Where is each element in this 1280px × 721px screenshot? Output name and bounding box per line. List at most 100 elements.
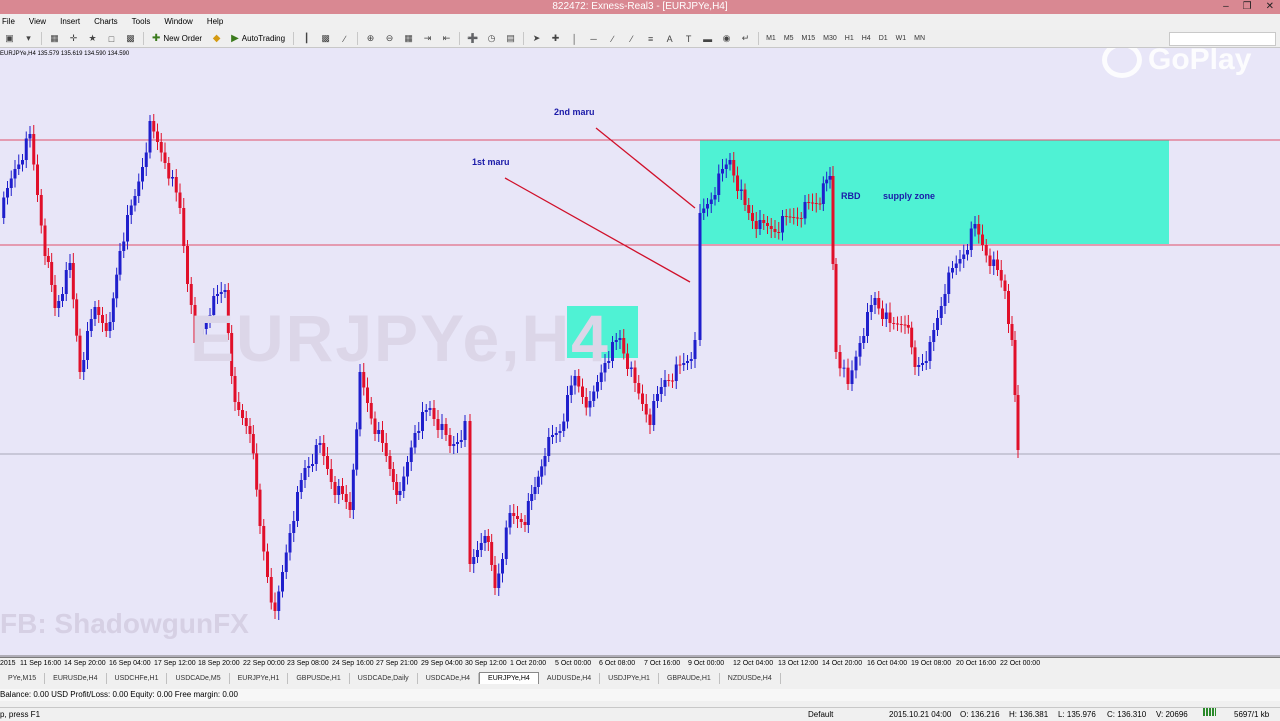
timeframe-m5[interactable]: M5 bbox=[784, 35, 794, 42]
timeframe-m30[interactable]: M30 bbox=[823, 35, 837, 42]
market-watch-icon[interactable]: ▦ bbox=[48, 32, 61, 45]
candle-body bbox=[292, 521, 296, 533]
terminal-icon[interactable]: □ bbox=[105, 32, 118, 45]
time-label: 20 Oct 16:00 bbox=[956, 660, 997, 667]
candle-body bbox=[373, 418, 377, 434]
line-chart-icon[interactable]: ∕ bbox=[338, 32, 351, 45]
menu-insert[interactable]: Insert bbox=[53, 17, 87, 26]
chart-shift-icon[interactable]: ⇤ bbox=[440, 32, 453, 45]
data-window-icon[interactable]: ★ bbox=[86, 32, 99, 45]
ellipse-icon[interactable]: ◉ bbox=[720, 32, 733, 45]
navigator-icon[interactable]: ✛ bbox=[67, 32, 80, 45]
chart-tab[interactable]: EURJPYe,H1 bbox=[230, 672, 289, 684]
fibonacci-icon[interactable]: ≡ bbox=[644, 32, 657, 45]
chart-tab[interactable]: GBPUSDe,H1 bbox=[288, 672, 350, 684]
candle-body bbox=[751, 213, 754, 221]
zoom-in-icon[interactable]: ⊕ bbox=[364, 32, 377, 45]
templates-icon[interactable]: ▤ bbox=[504, 32, 517, 45]
time-label: 9 Oct 00:00 bbox=[688, 660, 725, 667]
chart-tab[interactable]: AUDUSDe,H4 bbox=[539, 672, 601, 684]
toolbar-search-field[interactable] bbox=[1169, 32, 1276, 46]
chart-tab[interactable]: USDCADe,Daily bbox=[350, 672, 418, 684]
menu-view[interactable]: View bbox=[22, 17, 53, 26]
bar-chart-icon[interactable]: ┃ bbox=[300, 32, 313, 45]
tile-windows-icon[interactable]: ▦ bbox=[402, 32, 415, 45]
chart-tab[interactable]: GBPAUDe,H1 bbox=[659, 672, 720, 684]
menu-charts[interactable]: Charts bbox=[87, 17, 125, 26]
timeframe-m15[interactable]: M15 bbox=[802, 35, 816, 42]
window-title: 822472: Exness-Real3 - [EURJPYe,H4] bbox=[552, 1, 728, 12]
status-close: C: 136.310 bbox=[1107, 710, 1147, 719]
chart-tab-active[interactable]: EURJPYe,H4 bbox=[479, 672, 539, 684]
label-icon[interactable]: T bbox=[682, 32, 695, 45]
timeframe-w1[interactable]: W1 bbox=[896, 35, 907, 42]
candle-body bbox=[526, 501, 530, 525]
restore-icon[interactable]: ❐ bbox=[1243, 0, 1252, 14]
close-icon[interactable]: ✕ bbox=[1266, 0, 1274, 14]
channel-icon[interactable]: ⁄ bbox=[625, 32, 638, 45]
candle-body bbox=[303, 468, 307, 480]
auto-scroll-icon[interactable]: ⇥ bbox=[421, 32, 434, 45]
timeframe-h1[interactable]: H1 bbox=[845, 35, 854, 42]
minimize-icon[interactable]: – bbox=[1223, 0, 1229, 14]
candle-body bbox=[773, 229, 777, 232]
time-label: 11 Sep 16:00 bbox=[20, 660, 62, 667]
tester-icon[interactable]: ▩ bbox=[124, 32, 137, 45]
candle-body bbox=[842, 367, 846, 369]
chart-tab[interactable]: NZDUSDe,H4 bbox=[720, 672, 781, 684]
time-label: 16 Oct 04:00 bbox=[867, 660, 908, 667]
chart-tab[interactable]: EURUSDe,H4 bbox=[45, 672, 107, 684]
menu-tools[interactable]: Tools bbox=[125, 17, 158, 26]
vertical-line-icon[interactable]: │ bbox=[568, 32, 581, 45]
chart-tab[interactable]: PYe,M15 bbox=[0, 672, 46, 684]
new-order-button[interactable]: ✚ New Order bbox=[150, 32, 204, 45]
candle-body bbox=[118, 251, 122, 275]
candle-body bbox=[377, 430, 381, 434]
chart-symbol-info: EURJPYe,H4 135.579 135.619 134.590 134.5… bbox=[0, 51, 130, 57]
cursor-icon[interactable]: ➤ bbox=[530, 32, 543, 45]
candle-body bbox=[577, 376, 581, 387]
timeframe-h4[interactable]: H4 bbox=[862, 35, 871, 42]
chart-tab[interactable]: USDJPYe,H1 bbox=[600, 672, 659, 684]
menu-file[interactable]: File bbox=[0, 17, 22, 26]
candlestick-icon[interactable]: ▩ bbox=[319, 32, 332, 45]
annotation-1st-maru: 1st maru bbox=[472, 157, 510, 167]
candle-body bbox=[258, 489, 262, 526]
candle-body bbox=[152, 121, 156, 132]
chart-tab[interactable]: USDCADe,H4 bbox=[418, 672, 480, 684]
crosshair-icon[interactable]: ✚ bbox=[549, 32, 562, 45]
timeframe-d1[interactable]: D1 bbox=[879, 35, 888, 42]
text-icon[interactable]: A bbox=[663, 32, 676, 45]
horizontal-line-icon[interactable]: ─ bbox=[587, 32, 600, 45]
candle-body bbox=[573, 376, 577, 386]
new-chart-icon[interactable]: ▣ bbox=[3, 32, 16, 45]
chart-area[interactable]: EURJPYe,H4 135.579 135.619 134.590 134.5… bbox=[0, 48, 1280, 657]
rectangle-icon[interactable]: ▬ bbox=[701, 32, 714, 45]
trendline-icon[interactable]: ∕ bbox=[606, 32, 619, 45]
candle-body bbox=[486, 536, 490, 542]
candle-body bbox=[504, 527, 508, 559]
time-axis: 2015 11 Sep 16:00 14 Sep 20:00 16 Sep 04… bbox=[0, 657, 1280, 671]
indicators-icon[interactable]: ➕ bbox=[466, 32, 479, 45]
candle-body bbox=[348, 502, 352, 510]
timeframe-mn[interactable]: MN bbox=[914, 35, 925, 42]
timeframe-m1[interactable]: M1 bbox=[766, 35, 776, 42]
experts-icon[interactable]: ◆ bbox=[210, 32, 223, 45]
candle-body bbox=[344, 494, 348, 502]
candle-body bbox=[436, 419, 440, 430]
status-datetime: 2015.10.21 04:00 bbox=[889, 710, 952, 719]
autotrading-button[interactable]: ▶ AutoTrading bbox=[229, 32, 287, 45]
candle-body bbox=[596, 382, 599, 392]
profiles-icon[interactable]: ▾ bbox=[22, 32, 35, 45]
candle-body bbox=[39, 195, 43, 226]
menu-window[interactable]: Window bbox=[157, 17, 199, 26]
time-label: 29 Sep 04:00 bbox=[421, 660, 463, 667]
menu-help[interactable]: Help bbox=[200, 17, 230, 26]
candle-body bbox=[958, 259, 962, 264]
chart-tab[interactable]: USDCADe,M5 bbox=[167, 672, 230, 684]
arrows-icon[interactable]: ↵ bbox=[739, 32, 752, 45]
candle-body bbox=[881, 308, 884, 319]
chart-tab[interactable]: USDCHFe,H1 bbox=[107, 672, 168, 684]
zoom-out-icon[interactable]: ⊖ bbox=[383, 32, 396, 45]
periods-icon[interactable]: ◷ bbox=[485, 32, 498, 45]
